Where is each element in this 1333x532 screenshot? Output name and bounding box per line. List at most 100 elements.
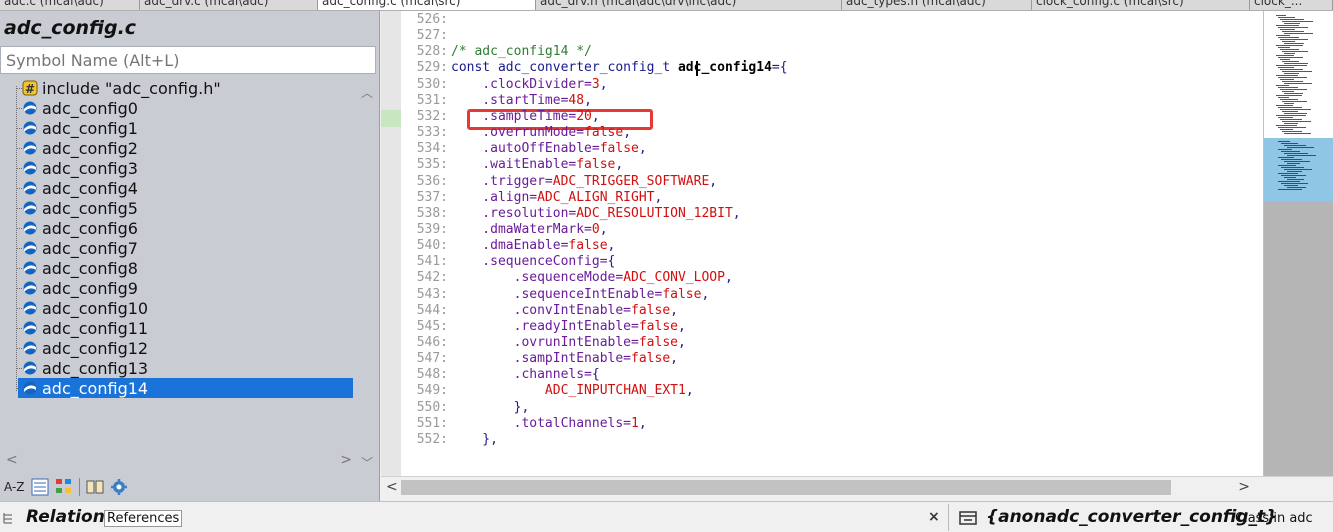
minimap-line [1276, 55, 1294, 56]
code-token: , [670, 351, 678, 367]
code-token: { [591, 367, 600, 383]
scroll-left-icon[interactable]: < [6, 452, 18, 468]
minimap-line [1276, 105, 1293, 106]
symbol-tree-item[interactable]: adc_config6 [16, 218, 353, 238]
close-relation-button[interactable]: × [928, 509, 940, 525]
code-token: false [662, 286, 702, 302]
symbol-tree-item[interactable]: adc_config1 [16, 118, 353, 138]
list-view-icon[interactable] [31, 477, 49, 497]
overview-minimap[interactable] [1263, 11, 1333, 476]
minimap-line [1278, 189, 1302, 190]
code-editor[interactable]: 526: 527: 528:/* adc_config14 */529: const … [401, 11, 1263, 476]
minimap-line [1284, 123, 1298, 124]
variable-icon [22, 200, 38, 216]
file-tab[interactable]: clock_... [1250, 0, 1333, 10]
file-tab[interactable]: adc_types.h (mcal\adc) [842, 0, 1032, 10]
symbol-tree-item[interactable]: adc_config3 [16, 158, 353, 178]
symbol-tree-item[interactable]: adc_config11 [16, 318, 353, 338]
code-token: false [576, 157, 616, 173]
line-number: 547: [416, 351, 448, 367]
code-line: 533: .overrunMode=false, [401, 125, 1263, 141]
code-token: .overrunMode= [451, 125, 585, 141]
minimap-line [1282, 31, 1304, 32]
symbol-tree-item[interactable]: adc_config8 [16, 258, 353, 278]
editor-gutter [381, 11, 401, 476]
file-tab[interactable]: adc_drv.c (mcal\adc) [140, 0, 318, 10]
file-tab[interactable]: clock_config.c (mcal\src) [1032, 0, 1250, 10]
symbol-search-input[interactable] [0, 46, 376, 74]
variable-icon [22, 180, 38, 196]
sort-az-button[interactable]: A-Z [4, 477, 25, 497]
symbol-panel-toolbar: A-Z [0, 473, 380, 501]
minimap-line [1282, 41, 1295, 42]
class-kind-label: Class in adc [1235, 511, 1313, 526]
minimap-line [1278, 117, 1293, 118]
symbol-tree-item[interactable]: adc_config2 [16, 138, 353, 158]
tree-connector [16, 248, 22, 249]
code-line: 531: .startTime=48, [401, 93, 1263, 109]
variable-icon [22, 140, 38, 156]
code-token: ADC_TRIGGER_SOFTWARE [552, 173, 710, 189]
scroll-down-icon[interactable]: ﹀ [361, 454, 373, 471]
minimap-line [1287, 171, 1302, 172]
scroll-left-icon[interactable]: < [386, 479, 398, 495]
book-icon[interactable] [86, 477, 104, 497]
line-number: 527: [416, 28, 448, 44]
category-view-icon[interactable] [55, 477, 73, 497]
file-tab[interactable]: adc.c (mcal\adc) [0, 0, 140, 10]
code-token: ADC_ALIGN_RIGHT [537, 189, 655, 205]
minimap-line [1282, 51, 1308, 52]
code-line: 534: .autoOffEnable=false, [401, 141, 1263, 157]
symbol-tree-item[interactable]: adc_config4 [16, 178, 353, 198]
code-line: 532: .sampleTime=20, [401, 109, 1263, 125]
file-tab[interactable]: adc_config.c (mcal\src) [318, 0, 536, 10]
symbol-tree-item[interactable]: # include "adc_config.h" [16, 78, 353, 98]
symbol-tree-item[interactable]: adc_config13 [16, 358, 353, 378]
symbol-tree-vscrollbar[interactable]: ︿ ﹀ [355, 78, 379, 473]
references-tab[interactable]: References [104, 510, 183, 527]
file-tab[interactable]: adc_drv.h (mcal\adc\drv\inc\adc) [536, 0, 842, 10]
scroll-thumb[interactable] [401, 480, 1171, 495]
variable-icon [22, 300, 38, 316]
panel-divider [948, 504, 949, 531]
variable-icon [22, 120, 38, 136]
symbol-tree-item[interactable]: adc_config7 [16, 238, 353, 258]
code-line: 545: .readyIntEnable=false, [401, 319, 1263, 335]
line-number: 529: [416, 60, 448, 76]
minimap-line [1284, 63, 1308, 64]
code-token: , [732, 205, 741, 221]
minimap-line [1278, 37, 1299, 38]
minimap-line [1281, 167, 1304, 168]
symbol-label: adc_config9 [42, 278, 138, 298]
minimap-line [1278, 173, 1298, 174]
class-name-title: {anonadc_converter_config_t} [986, 507, 1278, 527]
minimap-line [1284, 169, 1312, 170]
code-token: .resolution= [451, 205, 577, 221]
symbol-tree-item[interactable]: adc_config5 [16, 198, 353, 218]
symbol-tree-item[interactable]: adc_config10 [16, 298, 353, 318]
code-token: , [615, 157, 624, 173]
settings-gear-icon[interactable] [110, 477, 128, 497]
line-number: 534: [416, 141, 448, 157]
symbol-tree-item[interactable]: adc_config9 [16, 278, 353, 298]
symbol-panel-title: adc_config.c [4, 17, 137, 39]
code-line: 536: .trigger=ADC_TRIGGER_SOFTWARE, [401, 174, 1263, 190]
scroll-right-icon[interactable]: > [1238, 479, 1250, 495]
minimap-line [1278, 149, 1292, 150]
code-line: 535: .waitEnable=false, [401, 157, 1263, 173]
scroll-up-icon[interactable]: ︿ [361, 84, 373, 101]
code-line: 538: .resolution=ADC_RESOLUTION_12BIT, [401, 206, 1263, 222]
code-line: 548: .channels={ [401, 367, 1263, 383]
symbol-tree-item[interactable]: adc_config0 [16, 98, 353, 118]
minimap-line [1284, 73, 1299, 74]
scroll-right-icon[interactable]: > [340, 452, 352, 468]
minimap-line [1280, 49, 1299, 50]
symbol-tree-hscrollbar[interactable]: < > [0, 450, 356, 472]
code-token: , [685, 383, 694, 399]
code-line: 539: .dmaWaterMark=0, [401, 222, 1263, 238]
symbol-tree-item[interactable]: adc_config14 [16, 378, 353, 398]
editor-hscrollbar[interactable]: < > [381, 476, 1333, 498]
symbol-label: adc_config10 [42, 298, 149, 318]
code-token: .ovrunIntEnable= [451, 335, 639, 350]
symbol-tree-item[interactable]: adc_config12 [16, 338, 353, 358]
